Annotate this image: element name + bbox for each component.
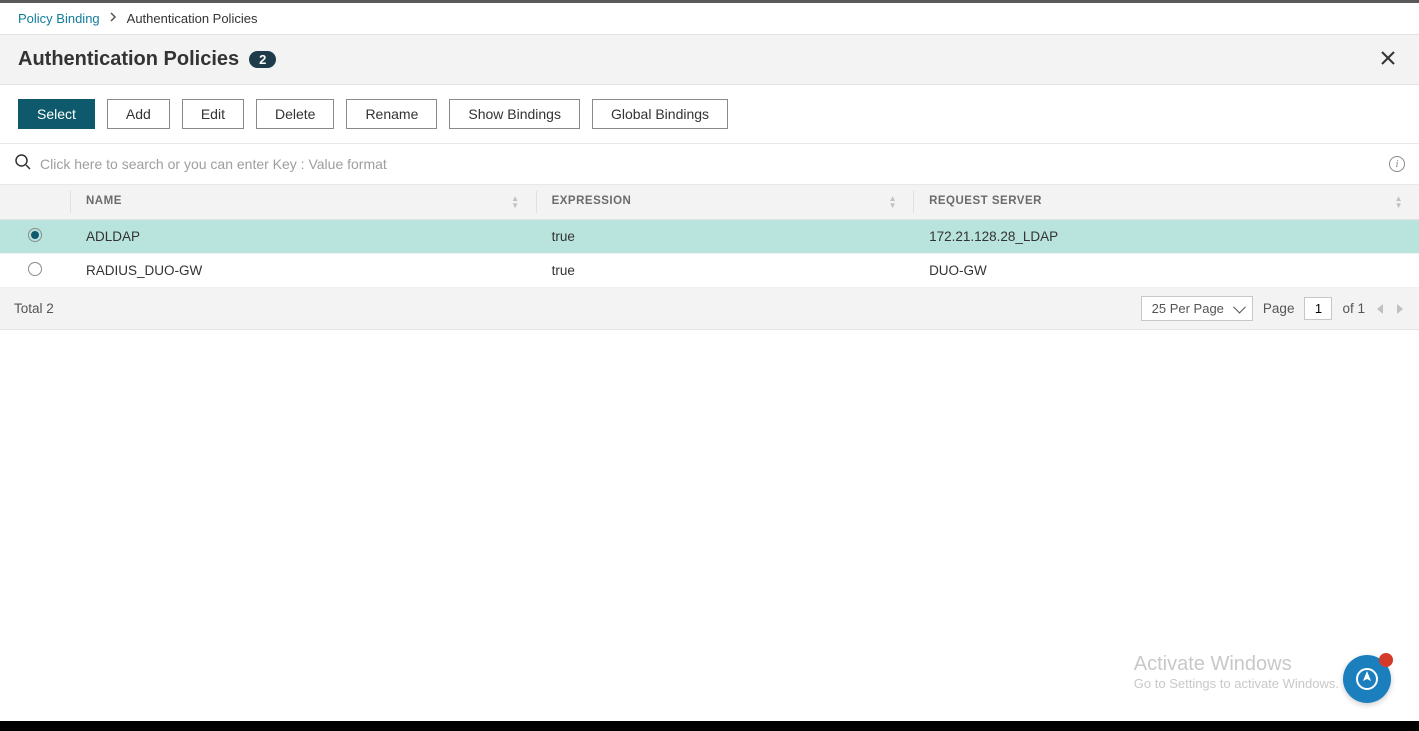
cell-request-server: DUO-GW (913, 254, 1419, 288)
notification-dot-icon (1379, 653, 1393, 667)
pager: 25 Per Page Page of 1 (1141, 296, 1405, 321)
col-request-server[interactable]: REQUEST SERVER▲▼ (913, 185, 1419, 220)
cell-name: RADIUS_DUO-GW (70, 254, 536, 288)
breadcrumb: Policy Binding Authentication Policies (0, 3, 1419, 34)
toolbar: Select Add Edit Delete Rename Show Bindi… (0, 85, 1419, 144)
show-bindings-button[interactable]: Show Bindings (449, 99, 580, 129)
delete-button[interactable]: Delete (256, 99, 334, 129)
search-icon (14, 153, 32, 176)
select-button[interactable]: Select (18, 99, 95, 129)
close-icon[interactable] (1375, 45, 1401, 74)
title-bar: Authentication Policies 2 (0, 34, 1419, 85)
prev-page-icon[interactable] (1375, 303, 1385, 315)
per-page-select[interactable]: 25 Per Page (1141, 296, 1253, 321)
table-row[interactable]: ADLDAP true 172.21.128.28_LDAP (0, 220, 1419, 254)
sort-icon: ▲▼ (889, 195, 897, 209)
col-name[interactable]: NAME▲▼ (70, 185, 536, 220)
chevron-right-icon (110, 12, 117, 25)
add-button[interactable]: Add (107, 99, 170, 129)
page-title-text: Authentication Policies (18, 48, 239, 71)
page-of: of 1 (1342, 301, 1365, 316)
next-page-icon[interactable] (1395, 303, 1405, 315)
breadcrumb-root[interactable]: Policy Binding (18, 11, 100, 26)
cell-name: ADLDAP (70, 220, 536, 254)
global-bindings-button[interactable]: Global Bindings (592, 99, 728, 129)
breadcrumb-current: Authentication Policies (127, 11, 258, 26)
count-badge: 2 (249, 51, 276, 68)
activate-windows-watermark: Activate Windows Go to Settings to activ… (1134, 653, 1339, 691)
page-title: Authentication Policies 2 (18, 48, 276, 71)
compass-icon (1355, 667, 1379, 691)
search-input[interactable] (32, 150, 1389, 178)
search-row: i (0, 144, 1419, 185)
col-expression[interactable]: EXPRESSION▲▼ (536, 185, 913, 220)
bottom-bar (0, 721, 1419, 731)
page-label: Page (1263, 301, 1295, 316)
table-row[interactable]: RADIUS_DUO-GW true DUO-GW (0, 254, 1419, 288)
cell-request-server: 172.21.128.28_LDAP (913, 220, 1419, 254)
info-icon[interactable]: i (1389, 156, 1405, 172)
col-select (0, 185, 70, 220)
sort-icon: ▲▼ (511, 195, 519, 209)
help-fab[interactable] (1343, 655, 1391, 703)
cell-expression: true (536, 220, 913, 254)
sort-icon: ▲▼ (1395, 195, 1403, 209)
edit-button[interactable]: Edit (182, 99, 244, 129)
row-radio[interactable] (28, 262, 42, 276)
policy-table: NAME▲▼ EXPRESSION▲▼ REQUEST SERVER▲▼ ADL… (0, 185, 1419, 288)
table-footer: Total 2 25 Per Page Page of 1 (0, 288, 1419, 330)
row-radio[interactable] (28, 228, 42, 242)
cell-expression: true (536, 254, 913, 288)
total-count: Total 2 (14, 301, 54, 316)
rename-button[interactable]: Rename (346, 99, 437, 129)
page-input[interactable] (1304, 297, 1332, 320)
